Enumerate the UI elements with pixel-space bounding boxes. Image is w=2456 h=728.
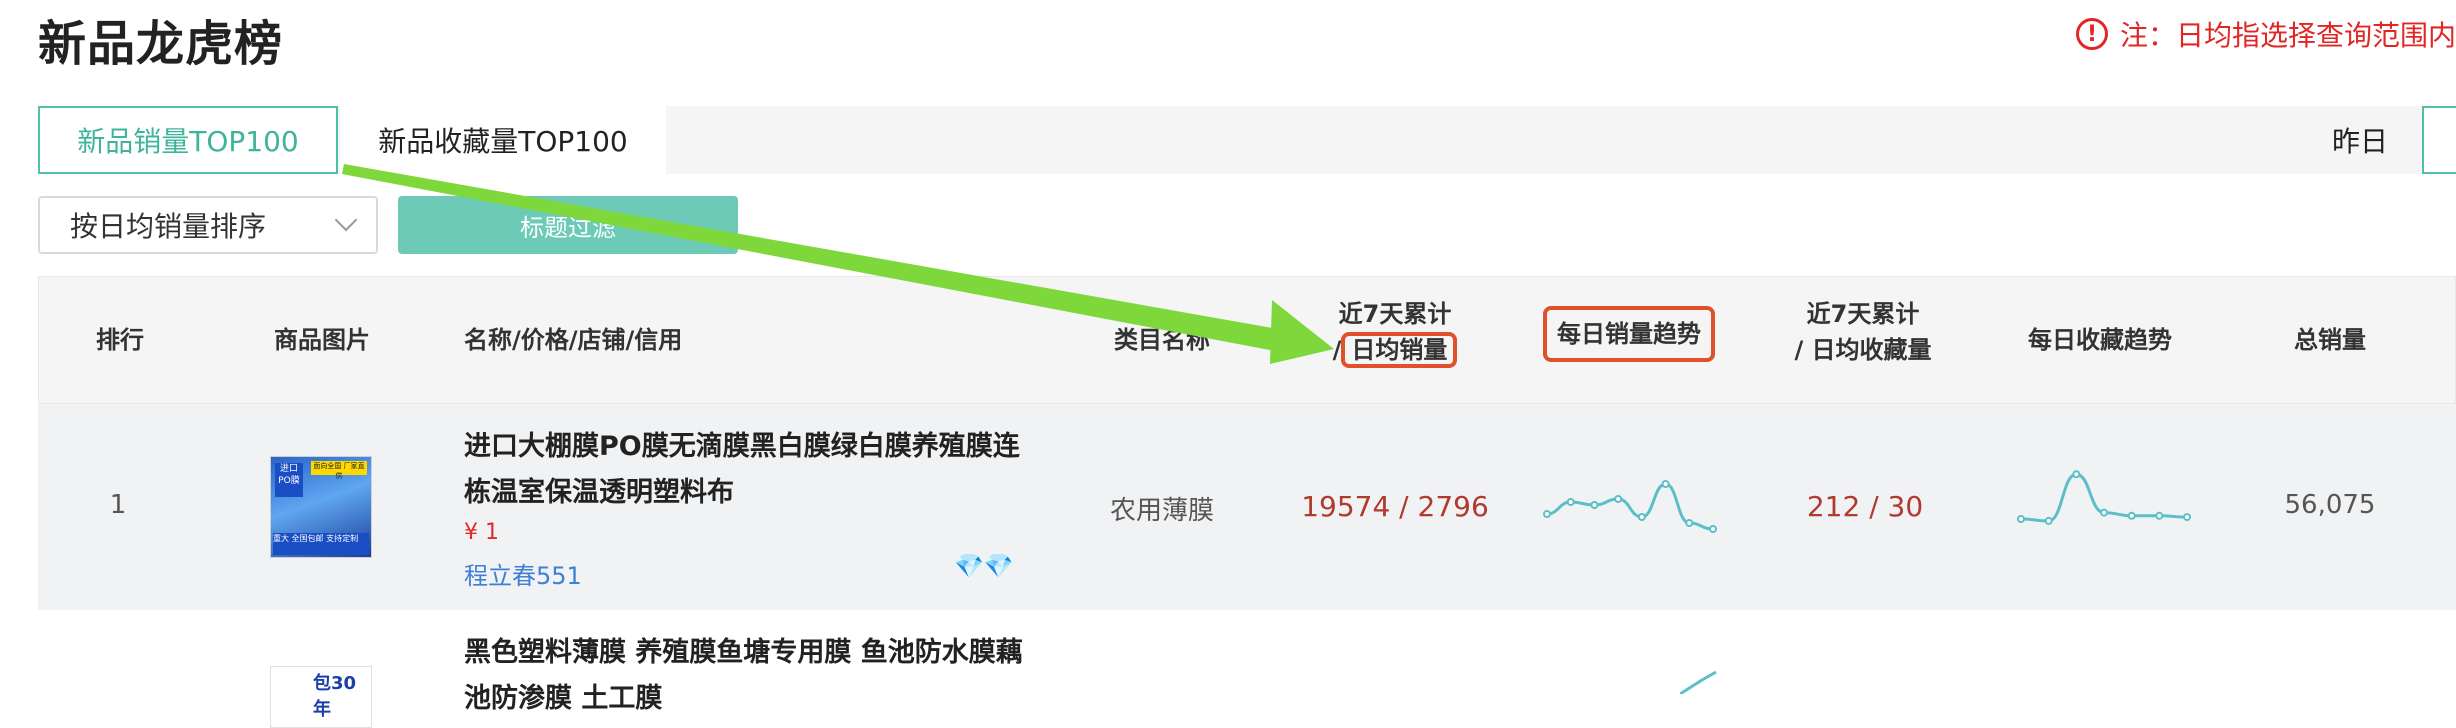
header-total[interactable]: 总销量 [2290, 322, 2370, 358]
title-filter-button[interactable]: 标题过滤 [398, 196, 738, 254]
sparkline-point [2017, 515, 2025, 523]
header-category: 类目名称 [1114, 326, 1210, 354]
product-name-line2: 池防渗膜 土工膜 [464, 683, 663, 714]
sort-select-value: 按日均销量排序 [70, 210, 267, 243]
header-sales7-line1: 近7天累计 [1338, 300, 1452, 328]
row-category: 农用薄膜 [1109, 496, 1214, 526]
product-name[interactable]: 黑色塑料薄膜 养殖膜鱼塘专用膜 鱼池防水膜藕 池防渗膜 土工膜 [464, 630, 1044, 722]
sparkline-point [1614, 495, 1623, 503]
header-rank[interactable]: 排行 [80, 322, 160, 358]
sparkline-point [1637, 513, 1646, 521]
notice-text: 注：日均指选择查询范围内 [2120, 19, 2456, 52]
product-name-line1: 黑色塑料薄膜 养殖膜鱼塘专用膜 鱼池防水膜藕 [464, 637, 1023, 668]
chevron-down-icon [334, 208, 358, 232]
header-sales-trend-wrap: 每日销量趋势 [1543, 306, 1715, 362]
header-daily-sales-highlight: 日均销量 [1341, 332, 1458, 368]
header-fav7[interactable]: 近7天累计 / 日均收藏量 [1778, 296, 1948, 368]
tab-sales-top100[interactable]: 新品销量TOP100 [38, 106, 338, 174]
header-image: 商品图片 [274, 326, 370, 354]
sparkline-point [1590, 501, 1599, 509]
tab-favorites-top100[interactable]: 新品收藏量TOP100 [340, 106, 666, 174]
sparkline-point [1543, 510, 1551, 518]
row-rank: 1 [109, 490, 127, 520]
sparkline-point [2044, 516, 2053, 525]
thumb-label-a: 进口PO膜 [275, 463, 303, 497]
product-image[interactable]: 包30年 [270, 666, 372, 728]
sales-trend-sparkline [1543, 480, 1717, 533]
sales-trend-sparkline [1680, 670, 1717, 694]
sparkline-point [2127, 511, 2136, 520]
thumb-label-c: 重大 全国包邮 支持定制 [273, 533, 369, 555]
thumb-label-a: 包30年 [313, 673, 357, 720]
product-name-line2: 栋温室保温透明塑料布 [464, 477, 734, 508]
product-image[interactable]: 进口PO膜 面向全国 厂家直供 重大 全国包邮 支持定制 [270, 456, 372, 558]
sparkline-point [2155, 511, 2164, 520]
header-fav-trend: 每日收藏趋势 [2028, 326, 2172, 354]
product-price: ¥ 1 [464, 520, 499, 545]
shop-link[interactable]: 程立春551 [464, 556, 582, 591]
fav-trend-sparkline [2017, 470, 2191, 525]
alert-icon: ! [2076, 18, 2108, 50]
table-row[interactable] [38, 610, 2456, 694]
sort-select[interactable]: 按日均销量排序 [38, 196, 378, 254]
header-fav7-line1: 近7天累计 [1806, 300, 1920, 328]
date-yesterday[interactable]: 昨日 [2300, 106, 2420, 174]
header-sales-trend-highlight: 每日销量趋势 [1543, 306, 1715, 362]
sparkline-point [2183, 513, 2191, 522]
sparkline-point [2100, 508, 2108, 517]
sparkline-point [1709, 525, 1717, 533]
product-name-line1: 进口大棚膜PO膜无滴膜黑白膜绿白膜养殖膜连 [464, 431, 1020, 462]
notice: ! 注：日均指选择查询范围内 [2076, 14, 2456, 54]
page-title: 新品龙虎榜 [38, 16, 284, 72]
header-fav7-line2: / 日均收藏量 [1794, 336, 1932, 364]
header-sales7[interactable]: 近7天累计 / 日均销量 [1330, 296, 1460, 368]
sparkline-point [1661, 480, 1670, 488]
sparkline-point [2072, 470, 2081, 479]
row-total: 56,075 [2284, 490, 2376, 520]
row-fav7: 212 / 30 [1806, 490, 1924, 523]
sparkline-point [1566, 498, 1575, 506]
sparkline-point [1685, 519, 1694, 527]
date-picker[interactable] [2422, 106, 2456, 174]
product-name[interactable]: 进口大棚膜PO膜无滴膜黑白膜绿白膜养殖膜连 栋温室保温透明塑料布 [464, 424, 1044, 516]
thumb-label-b: 面向全国 厂家直供 [311, 461, 367, 480]
header-name: 名称/价格/店铺/信用 [464, 326, 683, 354]
row-sales7: 19574 / 2796 [1301, 490, 1489, 523]
diamond-credit-icon: 💎💎 [954, 552, 1014, 580]
